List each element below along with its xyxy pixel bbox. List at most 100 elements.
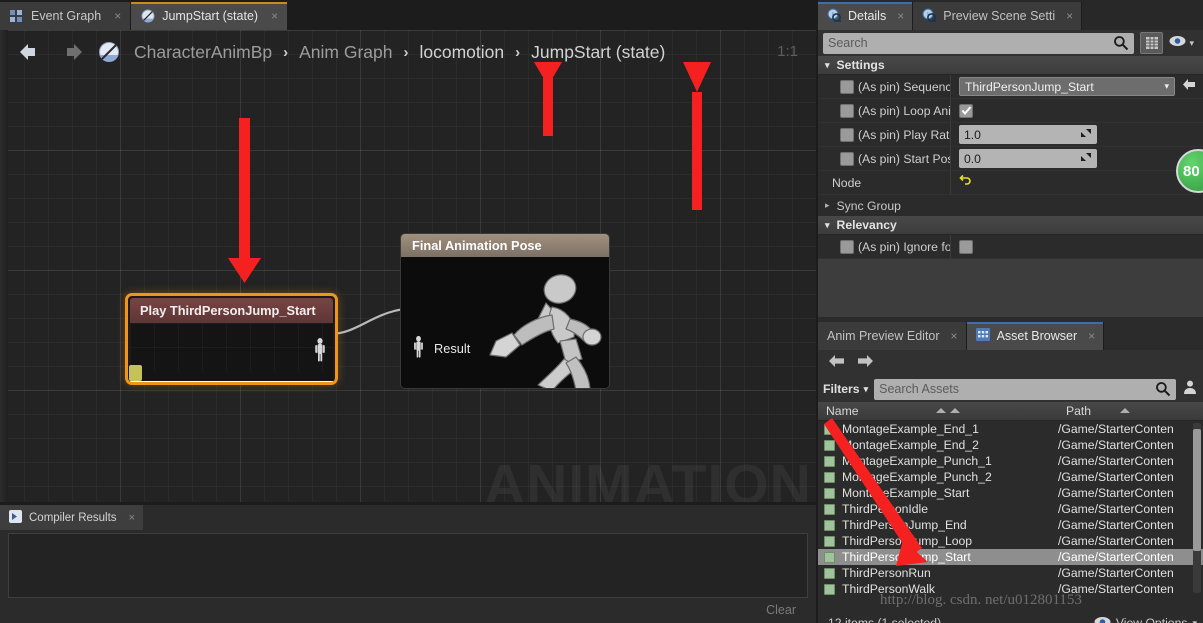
asset-path-cell: /Game/StarterConten [1058, 534, 1174, 548]
close-icon[interactable]: × [114, 9, 121, 23]
eye-options-button[interactable]: ▾ [1169, 34, 1198, 52]
tab-event-graph[interactable]: Event Graph × [0, 2, 132, 30]
close-icon[interactable]: × [897, 9, 904, 23]
anim-graph-canvas[interactable]: ANIMATION 1:1 CharacterAnimBp › Anim Gra… [0, 30, 816, 502]
close-icon[interactable]: × [271, 9, 278, 23]
asset-list-scrollbar[interactable] [1193, 423, 1201, 593]
anim-sequence-icon [824, 503, 835, 515]
browse-back-icon[interactable] [1182, 78, 1197, 96]
asset-name-cell: MontageExample_Start [818, 486, 1058, 500]
asset-search-input[interactable]: Search Assets [874, 378, 1176, 400]
node-final-animation-pose[interactable]: Final Animation Pose Result [400, 233, 610, 389]
sequence-value: ThirdPersonJump_Start [965, 79, 1094, 94]
category-header-relevancy[interactable]: ▾ Relevancy [818, 216, 1203, 235]
asset-browser-filter-row: Filters ▾ Search Assets [818, 376, 1203, 402]
spinner-icon[interactable] [1080, 151, 1092, 166]
list-item[interactable]: ThirdPersonWalk /Game/StarterConten [818, 581, 1203, 597]
asset-path-cell: /Game/StarterConten [1058, 454, 1174, 468]
close-icon[interactable]: × [1088, 329, 1095, 343]
clear-button[interactable]: Clear [766, 603, 796, 617]
node-pin-pad[interactable] [129, 365, 142, 381]
breadcrumb-item-anim-graph[interactable]: Anim Graph [299, 42, 392, 63]
breadcrumb: CharacterAnimBp › Anim Graph › locomotio… [0, 30, 816, 74]
view-options-button[interactable]: View Options ▾ [1094, 616, 1197, 623]
breadcrumb-item-characteranimbp[interactable]: CharacterAnimBp [134, 42, 272, 63]
tab-compiler-results[interactable]: Compiler Results × [0, 505, 143, 530]
list-item-selected[interactable]: ThirdPersonJump_Start /Game/StarterConte… [818, 549, 1203, 565]
as-pin-checkbox[interactable] [840, 127, 854, 142]
tab-jumpstart-state[interactable]: JumpStart (state) × [131, 2, 289, 30]
asset-name-cell: MontageExample_Punch_2 [818, 470, 1058, 484]
column-header-path[interactable]: Path [1058, 404, 1203, 418]
person-filter-icon[interactable] [1182, 379, 1198, 400]
play-rate-value: 1.0 [964, 127, 981, 142]
list-item[interactable]: MontageExample_Punch_2 /Game/StarterCont… [818, 469, 1203, 485]
scrollbar-thumb[interactable] [1193, 429, 1201, 551]
asset-list[interactable]: MontageExample_End_1 /Game/StarterConten… [818, 421, 1203, 613]
list-item[interactable]: MontageExample_Punch_1 /Game/StarterCont… [818, 453, 1203, 469]
tab-details[interactable]: i Details × [818, 2, 914, 30]
close-icon[interactable]: × [129, 512, 135, 524]
search-input[interactable]: Search [823, 32, 1135, 54]
asset-name: MontageExample_End_1 [842, 422, 979, 436]
node-input-pin-result[interactable]: Result [412, 335, 470, 362]
breadcrumb-item-locomotion[interactable]: locomotion [420, 42, 505, 63]
property-value-wrap: ThirdPersonJump_Start ▾ [951, 77, 1203, 96]
list-item[interactable]: ThirdPersonJump_Loop /Game/StarterConten [818, 533, 1203, 549]
forward-arrow-icon[interactable] [58, 41, 84, 63]
compiler-tab-strip: Compiler Results × [0, 505, 816, 530]
start-position-input[interactable]: 0.0 [959, 149, 1097, 168]
subcategory-sync-group[interactable]: ▸ Sync Group [818, 195, 1203, 216]
tab-label: JumpStart (state) [162, 9, 259, 23]
tab-label: Preview Scene Setti [943, 9, 1056, 23]
compiler-messages-list[interactable] [8, 533, 808, 598]
property-label: (As pin) Ignore for [858, 239, 951, 254]
spinner-icon[interactable] [1080, 127, 1092, 142]
loop-animation-checkbox[interactable] [959, 103, 973, 118]
compiler-footer: Clear [0, 598, 816, 622]
node-play-thirdpersonjump-start[interactable]: Play ThirdPersonJump_Start [125, 293, 338, 385]
property-row-ignore-for-relevancy: (As pin) Ignore for [818, 235, 1203, 259]
asset-list-header: Name Path [818, 402, 1203, 421]
back-arrow-icon[interactable] [828, 354, 845, 373]
property-row-loop-animation: (As pin) Loop Anir [818, 99, 1203, 123]
compiler-results-panel: Compiler Results × Clear [0, 505, 816, 623]
chevron-down-icon: ▾ [1164, 81, 1169, 91]
forward-arrow-icon[interactable] [857, 354, 874, 373]
grid-view-icon[interactable] [1140, 32, 1164, 54]
status-badge-value: 80 [1183, 162, 1200, 180]
list-item[interactable]: MontageExample_End_1 /Game/StarterConten [818, 421, 1203, 437]
as-pin-checkbox[interactable] [840, 79, 854, 94]
filters-dropdown[interactable]: Filters ▾ [823, 382, 868, 396]
ignore-for-relevancy-checkbox[interactable] [959, 239, 973, 254]
asset-search-placeholder: Search Assets [879, 382, 960, 396]
tab-asset-browser[interactable]: Asset Browser × [966, 322, 1105, 350]
anim-sequence-icon [824, 423, 835, 435]
close-icon[interactable]: × [1066, 9, 1073, 23]
category-header-settings[interactable]: ▾ Settings [818, 56, 1203, 75]
pose-pin-icon[interactable] [313, 337, 327, 363]
as-pin-checkbox[interactable] [840, 103, 854, 118]
breadcrumb-item-jumpstart[interactable]: JumpStart (state) [531, 42, 665, 63]
list-item[interactable]: MontageExample_End_2 /Game/StarterConten [818, 437, 1203, 453]
tab-anim-preview-editor[interactable]: Anim Preview Editor × [818, 322, 967, 350]
tab-preview-scene-settings[interactable]: i Preview Scene Setti × [913, 2, 1083, 30]
back-arrow-icon[interactable] [18, 41, 44, 63]
asset-name-cell: ThirdPersonRun [818, 566, 1058, 580]
reset-icon[interactable] [959, 174, 972, 192]
list-item[interactable]: ThirdPersonJump_End /Game/StarterConten [818, 517, 1203, 533]
as-pin-checkbox[interactable] [840, 239, 854, 254]
close-icon[interactable]: × [951, 329, 958, 343]
play-rate-input[interactable]: 1.0 [959, 125, 1097, 144]
property-label: (As pin) Play Rate [858, 127, 951, 142]
list-item[interactable]: MontageExample_Start /Game/StarterConten [818, 485, 1203, 501]
column-label: Name [826, 404, 859, 418]
unreal-animation-blueprint-editor: Event Graph × JumpStart (state) × ANIMAT… [0, 0, 1203, 623]
as-pin-checkbox[interactable] [840, 151, 854, 166]
column-header-name[interactable]: Name [818, 404, 1058, 418]
list-item[interactable]: ThirdPersonIdle /Game/StarterConten [818, 501, 1203, 517]
sequence-dropdown[interactable]: ThirdPersonJump_Start ▾ [959, 77, 1175, 96]
list-item[interactable]: ThirdPersonRun /Game/StarterConten [818, 565, 1203, 581]
asset-path-cell: /Game/StarterConten [1058, 550, 1174, 564]
sort-caret-icon [1120, 408, 1130, 413]
